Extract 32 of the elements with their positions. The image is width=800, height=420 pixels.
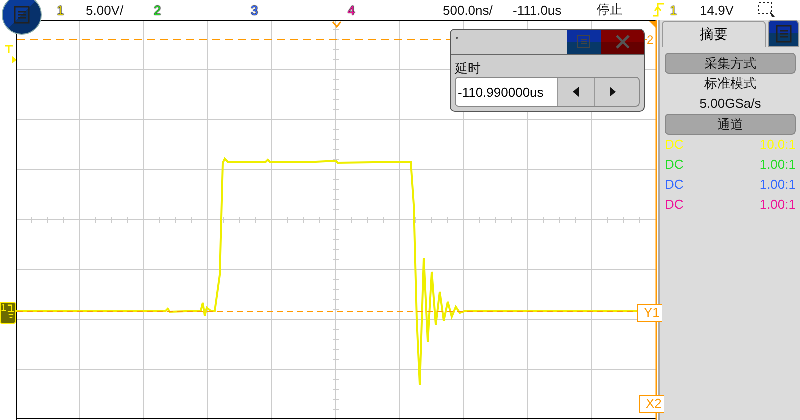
info-text: 5.00GSa/s xyxy=(698,95,762,113)
coupling-text: DC xyxy=(665,136,684,154)
menu-icon xyxy=(776,24,792,42)
trigger-marker xyxy=(2,45,16,65)
menu-icon xyxy=(577,35,591,49)
menu-button[interactable] xyxy=(768,20,799,47)
vertical-scale[interactable]: 5.00V/ xyxy=(86,2,124,18)
coupling-text: DC xyxy=(665,176,684,194)
time-delay[interactable]: -111.0us xyxy=(513,2,597,18)
trigger-position-marker xyxy=(332,22,342,28)
probe-ratio: 1.00:1 xyxy=(760,176,796,194)
section-header: 采集方式 xyxy=(665,53,796,74)
summary-tab[interactable]: 摘要 xyxy=(662,21,766,47)
info-text: 标准模式 xyxy=(704,75,758,93)
channel-label[interactable]: 4 xyxy=(346,2,377,18)
ground-icon xyxy=(6,303,15,319)
menu-icon xyxy=(14,6,30,24)
probe-ratio: 1.00:1 xyxy=(760,156,796,174)
run-state[interactable]: 停止 xyxy=(597,1,649,19)
zoom-box-icon[interactable] xyxy=(757,1,777,19)
channel-label[interactable]: 3 xyxy=(249,2,280,18)
probe-ratio: 1.00:1 xyxy=(760,196,796,214)
coupling-text: DC xyxy=(665,156,684,174)
ground-marker[interactable]: 1 xyxy=(0,302,16,324)
probe-ratio: 10.0:1 xyxy=(760,136,796,154)
timebase[interactable]: 500.0ns/ xyxy=(443,2,513,18)
delay-label: 延时 xyxy=(454,60,482,77)
menu-button[interactable] xyxy=(2,0,42,35)
close-icon xyxy=(616,35,630,49)
trigger-level[interactable]: 14.9V xyxy=(700,2,757,18)
section-header: 通道 xyxy=(665,114,796,135)
coupling-text: DC xyxy=(665,196,684,214)
